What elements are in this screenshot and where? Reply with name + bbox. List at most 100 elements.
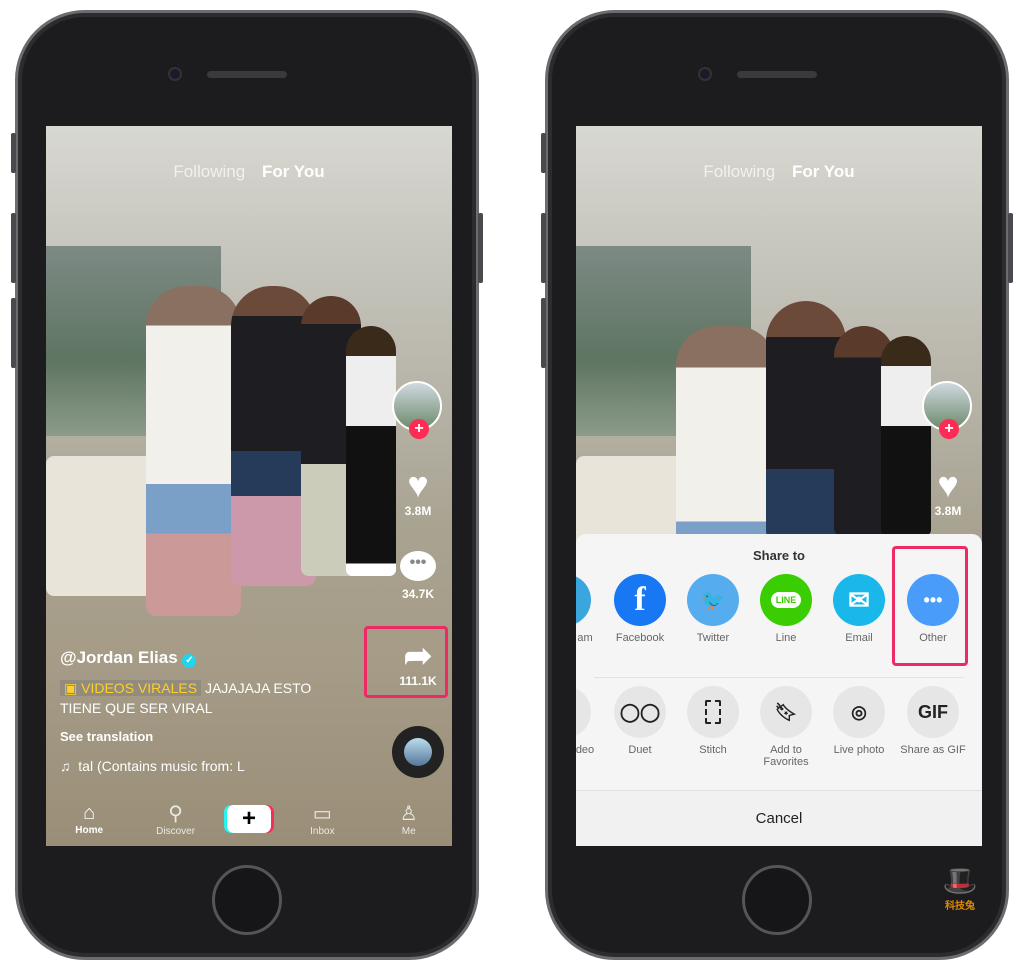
share-twitter[interactable]: 🐦 Twitter: [676, 574, 750, 644]
duet-icon: ◯◯: [614, 686, 666, 738]
username-text: @Jordan Elias: [60, 648, 178, 667]
comment-button[interactable]: ••• 34.7K: [392, 551, 444, 601]
action-stitch[interactable]: Stitch: [676, 686, 750, 756]
actions-row[interactable]: deo ◯◯ Duet Stitch 🔖︎ Add to Favorites ◎ Li…: [576, 686, 982, 776]
nav-home-label: Home: [75, 824, 104, 836]
earpiece: [737, 71, 817, 78]
front-camera: [698, 67, 712, 81]
comment-count: 34.7K: [401, 587, 435, 601]
home-hardware-button[interactable]: [212, 865, 282, 935]
volume-down-button: [11, 298, 16, 368]
volume-up-button: [541, 213, 546, 283]
front-camera: [168, 67, 182, 81]
create-button[interactable]: +: [226, 804, 271, 833]
follow-plus-icon[interactable]: +: [409, 419, 429, 439]
like-button[interactable]: ♥ 3.8M: [922, 464, 974, 519]
nav-home[interactable]: ⌂ Home: [54, 802, 124, 836]
share-highlight-box: [364, 626, 448, 698]
video-person: [346, 326, 396, 576]
bottom-nav: ⌂ Home ⚲ Discover + ▭ Inbox ♙ Me: [46, 791, 452, 846]
creator-username[interactable]: @Jordan Elias ✓: [60, 648, 197, 668]
action-duet[interactable]: ◯◯ Duet: [603, 686, 677, 756]
feed-tabs: Following For You: [46, 162, 452, 182]
music-disc[interactable]: [392, 726, 444, 778]
nav-inbox[interactable]: ▭ Inbox: [287, 801, 357, 837]
tag-text: VIDEOS VIRALES: [81, 680, 198, 696]
tab-following[interactable]: Following: [703, 162, 775, 181]
verified-badge-icon: ✓: [182, 654, 197, 668]
download-icon: [576, 686, 591, 738]
hashtag-tag[interactable]: ▣ VIDEOS VIRALES: [60, 680, 202, 696]
facebook-icon: f: [614, 574, 666, 626]
nav-me-label: Me: [401, 825, 416, 837]
music-note-icon: ♫: [60, 758, 75, 774]
tab-for-you[interactable]: For You: [262, 162, 325, 181]
action-live-photo[interactable]: ◎ Live photo: [822, 686, 896, 756]
share-line[interactable]: LINE Line: [749, 574, 823, 644]
nav-discover-label: Discover: [156, 825, 196, 837]
right-phone: Following For You + ♥ 3.8M Share to am f…: [541, 10, 1013, 960]
line-glyph: LINE: [770, 592, 802, 608]
like-count: 3.8M: [404, 504, 432, 518]
gif-icon: GIF: [907, 686, 959, 738]
heart-icon: ♥: [937, 464, 959, 505]
watermark-text: 科技兔: [945, 901, 975, 912]
like-count: 3.8M: [934, 504, 962, 518]
profile-icon: ♙: [399, 802, 418, 825]
twitter-bird-icon: 🐦: [687, 574, 739, 626]
creator-avatar[interactable]: +: [922, 381, 972, 439]
nav-inbox-label: Inbox: [310, 825, 335, 837]
disc-cover: [404, 738, 432, 766]
action-save-video[interactable]: deo: [576, 686, 602, 756]
action-label: deo: [576, 744, 595, 756]
cancel-button[interactable]: Cancel: [576, 790, 982, 846]
watermark-logo: 🎩 科技兔: [935, 865, 985, 912]
share-label: Line: [775, 632, 797, 644]
share-facebook[interactable]: f Facebook: [603, 574, 677, 644]
tiktok-feed-screen[interactable]: Following For You + ♥ 3.8M ••• 34.7K ➦ 1…: [46, 126, 452, 846]
volume-up-button: [11, 213, 16, 283]
power-button: [478, 213, 483, 283]
music-ticker[interactable]: ♫ tal (Contains music from: L: [60, 758, 245, 774]
sheet-divider: [594, 677, 964, 678]
tag-icon: ▣: [64, 680, 82, 696]
share-label: Email: [845, 632, 873, 644]
live-photo-icon: ◎: [833, 686, 885, 738]
video-person: [146, 286, 241, 616]
other-highlight-box: [892, 546, 968, 666]
heart-icon: ♥: [407, 464, 429, 505]
line-icon: LINE: [760, 574, 812, 626]
tab-for-you[interactable]: For You: [792, 162, 855, 181]
action-share-gif[interactable]: GIF Share as GIF: [896, 686, 970, 756]
comment-icon: •••: [400, 551, 436, 581]
instagram-icon: [576, 574, 591, 626]
share-label: am: [577, 632, 593, 644]
mute-switch: [11, 133, 16, 173]
envelope-icon: ✉: [833, 574, 885, 626]
rabbit-hat-icon: 🎩: [942, 865, 978, 896]
see-translation-link[interactable]: See translation: [60, 729, 153, 744]
action-label: Share as GIF: [900, 744, 966, 756]
follow-plus-icon[interactable]: +: [939, 419, 959, 439]
action-label: Duet: [628, 744, 652, 756]
like-button[interactable]: ♥ 3.8M: [392, 464, 444, 519]
tiktok-share-screen[interactable]: Following For You + ♥ 3.8M Share to am f…: [576, 126, 982, 846]
stitch-icon: [687, 686, 739, 738]
share-instagram[interactable]: am: [576, 574, 602, 644]
left-phone: Following For You + ♥ 3.8M ••• 34.7K ➦ 1…: [11, 10, 483, 960]
home-hardware-button[interactable]: [742, 865, 812, 935]
nav-discover[interactable]: ⚲ Discover: [141, 801, 211, 837]
tab-following[interactable]: Following: [173, 162, 245, 181]
bookmark-icon: 🔖︎: [760, 686, 812, 738]
action-label: Stitch: [699, 744, 727, 756]
action-add-favorites[interactable]: 🔖︎ Add to Favorites: [749, 686, 823, 768]
share-sheet: Share to am f Facebook 🐦 Twitter LINE Line …: [576, 534, 982, 846]
inbox-icon: ▭: [312, 802, 332, 825]
share-email[interactable]: ✉ Email: [822, 574, 896, 644]
nav-me[interactable]: ♙ Me: [374, 801, 444, 837]
action-label: Add to Favorites: [763, 744, 809, 768]
share-label: Facebook: [615, 632, 665, 644]
share-label: Twitter: [696, 632, 730, 644]
search-icon: ⚲: [168, 802, 183, 825]
creator-avatar[interactable]: +: [392, 381, 442, 439]
